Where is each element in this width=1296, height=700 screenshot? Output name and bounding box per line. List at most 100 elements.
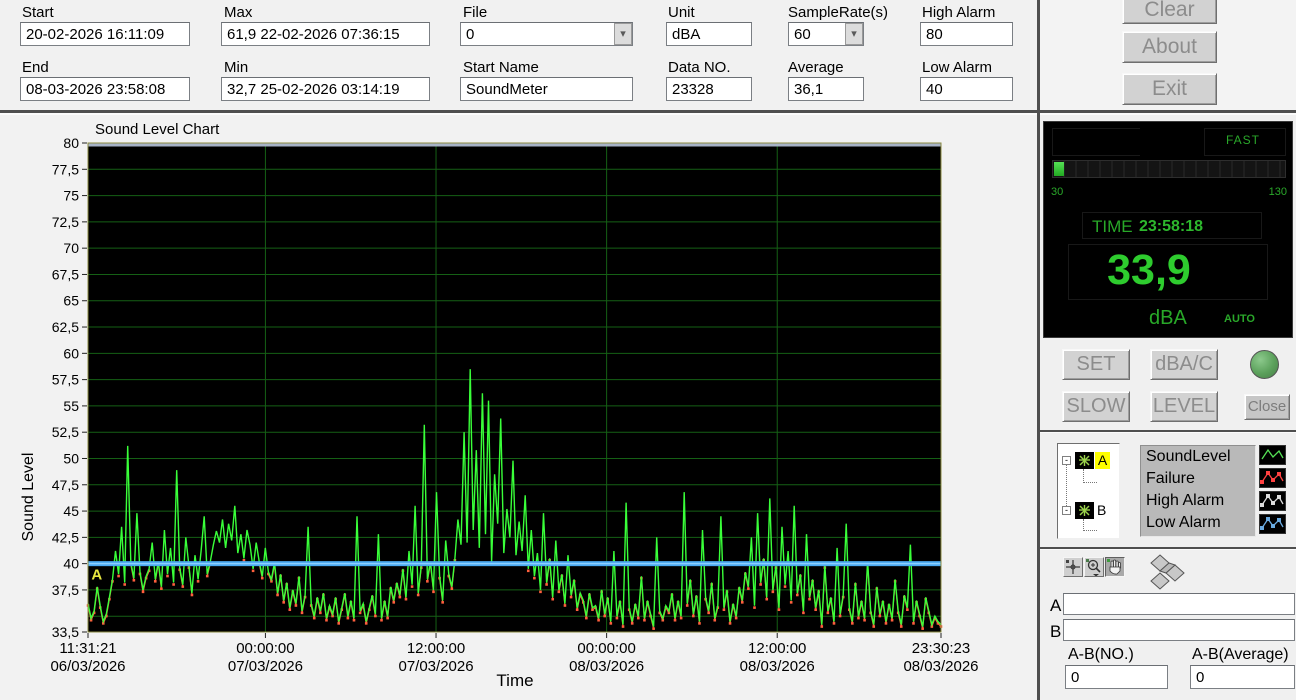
cursor-tool-button[interactable] — [1063, 557, 1083, 577]
power-led[interactable] — [1250, 350, 1279, 379]
sample-rate-combo[interactable]: ▾ — [788, 22, 864, 46]
header-buttons-panel: Clear About Exit — [1040, 0, 1296, 110]
cursor-b-field[interactable] — [1063, 619, 1295, 641]
header-panel: Start End Max Min File ▾ Start Name Unit… — [0, 0, 1037, 110]
legend-item-high-alarm[interactable]: High Alarm — [1141, 490, 1255, 512]
high-alarm-label: High Alarm — [922, 4, 996, 21]
meter-value: 33,9 — [1107, 246, 1191, 294]
svg-text:52,5: 52,5 — [52, 424, 79, 440]
svg-text:07/03/2026: 07/03/2026 — [228, 658, 303, 675]
dropdown-arrow-icon[interactable]: ▾ — [845, 23, 863, 45]
svg-text:45: 45 — [63, 503, 79, 519]
ab-average-label: A-B(Average) — [1192, 646, 1289, 663]
svg-text:08/03/2026: 08/03/2026 — [740, 658, 815, 675]
svg-text:12:00:00: 12:00:00 — [407, 640, 465, 657]
plot-a-icon[interactable] — [1075, 452, 1094, 469]
start-label: Start — [22, 4, 54, 21]
unit-label: Unit — [668, 4, 695, 21]
svg-text:42,5: 42,5 — [52, 529, 79, 545]
start-name-label: Start Name — [463, 59, 539, 76]
plot-tree[interactable]: - A - B — [1057, 443, 1120, 539]
meter-unit: dBA — [1149, 307, 1187, 329]
legend-icon-high-alarm[interactable] — [1259, 491, 1286, 511]
start-field — [20, 22, 190, 46]
scale-max: 130 — [1268, 186, 1287, 198]
svg-text:00:00:00: 00:00:00 — [236, 640, 294, 657]
data-no-field — [666, 77, 752, 101]
file-combo[interactable]: ▾ — [460, 22, 633, 46]
tree-node-b[interactable]: B — [1097, 502, 1106, 519]
max-field — [221, 22, 430, 46]
start-name-field[interactable] — [460, 77, 633, 101]
close-button[interactable]: Close — [1244, 394, 1290, 420]
average-label: Average — [788, 59, 844, 76]
svg-text:37,5: 37,5 — [52, 582, 79, 598]
right-column: FAST 30 130 TIME 23:58:18 33,9 dBA AUTO … — [1040, 115, 1296, 700]
sample-rate-label: SampleRate(s) — [788, 4, 889, 21]
average-field — [788, 77, 864, 101]
tree-connector — [1083, 469, 1097, 483]
legend-item-low-alarm[interactable]: Low Alarm — [1141, 512, 1255, 534]
svg-text:00:00:00: 00:00:00 — [577, 640, 635, 657]
end-label: End — [22, 59, 49, 76]
level-button[interactable]: LEVEL — [1150, 391, 1218, 422]
svg-text:A: A — [91, 567, 102, 584]
dbac-button[interactable]: dBA/C — [1150, 349, 1218, 380]
scale-lock-widget[interactable] — [1145, 553, 1189, 598]
clear-button[interactable]: Clear — [1122, 0, 1217, 24]
max-label: Max — [224, 4, 253, 21]
svg-text:62,5: 62,5 — [52, 319, 79, 335]
set-button[interactable]: SET — [1062, 349, 1130, 380]
svg-text:65: 65 — [63, 293, 79, 309]
svg-text:70: 70 — [63, 240, 79, 256]
svg-text:80: 80 — [63, 135, 79, 151]
tree-node-a[interactable]: A — [1095, 452, 1110, 469]
tree-expander-b[interactable]: - — [1062, 506, 1071, 515]
svg-text:72,5: 72,5 — [52, 214, 79, 230]
meter-mode-fast: FAST — [1225, 133, 1260, 147]
svg-text:06/03/2026: 06/03/2026 — [50, 658, 125, 675]
legend-icon-failure[interactable] — [1259, 468, 1286, 488]
svg-text:50: 50 — [63, 450, 79, 466]
tree-expander-a[interactable]: - — [1062, 456, 1071, 465]
svg-text:47,5: 47,5 — [52, 477, 79, 493]
meter-bevel-left — [1052, 128, 1140, 156]
legend-icon-soundlevel[interactable] — [1259, 445, 1286, 465]
legend-item-failure[interactable]: Failure — [1141, 468, 1255, 490]
svg-text:60: 60 — [63, 345, 79, 361]
divider-highlight — [1040, 432, 1296, 433]
time-label: TIME — [1092, 217, 1133, 236]
meter-display: FAST 30 130 TIME 23:58:18 33,9 dBA AUTO — [1043, 121, 1293, 338]
data-no-label: Data NO. — [668, 59, 731, 76]
header-vertical-divider — [1037, 0, 1040, 110]
slow-button[interactable]: SLOW — [1062, 391, 1130, 422]
chart-panel: Sound Level Chart Sound Level Time A 80 77… — [0, 115, 1037, 700]
svg-text:55: 55 — [63, 398, 79, 414]
dropdown-arrow-icon[interactable]: ▾ — [614, 23, 632, 45]
min-field — [221, 77, 430, 101]
svg-text:12:00:00: 12:00:00 — [748, 640, 806, 657]
sound-level-chart[interactable]: A 80 77,5 75 72,5 70 67,5 65 62,5 60 57,5 55 52,5 50 4… — [0, 115, 1037, 700]
svg-text:40: 40 — [63, 556, 79, 572]
zoom-tool-button[interactable] — [1084, 557, 1104, 577]
cursor-a-field[interactable] — [1063, 593, 1295, 615]
high-alarm-field[interactable] — [920, 22, 1013, 46]
tree-connector — [1083, 519, 1097, 531]
plot-b-icon[interactable] — [1075, 502, 1094, 519]
exit-button[interactable]: Exit — [1122, 73, 1217, 105]
unit-field — [666, 22, 752, 46]
pan-tool-button[interactable] — [1105, 557, 1125, 577]
about-button[interactable]: About — [1122, 31, 1217, 63]
svg-text:67,5: 67,5 — [52, 266, 79, 282]
file-combo-value[interactable] — [460, 22, 633, 46]
ab-no-label: A-B(NO.) — [1068, 646, 1134, 663]
legend-list: SoundLevel Failure High Alarm Low Alarm — [1140, 445, 1256, 537]
low-alarm-label: Low Alarm — [922, 59, 993, 76]
divider-highlight — [1040, 549, 1296, 550]
scale-min: 30 — [1051, 186, 1064, 198]
cursor-b-label: B — [1050, 622, 1062, 641]
legend-icon-low-alarm[interactable] — [1259, 514, 1286, 534]
cursor-a-label: A — [1050, 596, 1062, 615]
legend-item-soundlevel[interactable]: SoundLevel — [1141, 446, 1255, 468]
low-alarm-field[interactable] — [920, 77, 1013, 101]
